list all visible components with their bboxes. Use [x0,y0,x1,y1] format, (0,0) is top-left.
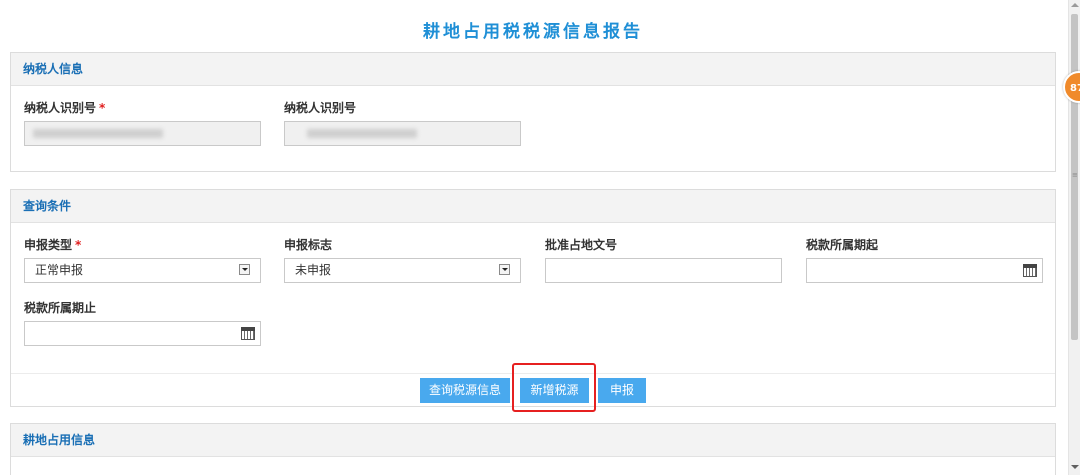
highlight-annotation [512,363,596,412]
period-start-input[interactable] [806,258,1043,283]
period-end-field: 税款所属期止 [24,300,261,350]
declare-button[interactable]: 申报 [598,378,646,403]
approval-doc-input[interactable] [545,258,782,283]
page-title: 耕地占用税税源信息报告 [423,22,643,42]
taxpayer-name-field: 纳税人识别号 [284,100,521,150]
declare-flag-label: 申报标志 [284,238,333,252]
taxpayer-name-input[interactable] [284,121,521,146]
chevron-down-icon[interactable] [239,264,250,275]
scroll-down-arrow-icon[interactable] [1071,465,1079,469]
taxpayer-id-label-text: 纳税人识别号 [24,101,97,115]
approval-doc-field: 批准占地文号 [545,237,782,287]
period-start-label: 税款所属期起 [806,238,879,252]
required-marker: * [75,238,82,252]
calendar-icon[interactable] [241,327,255,340]
query-conditions-header: 查询条件 [11,190,1055,223]
taxpayer-name-label: 纳税人识别号 [284,101,357,115]
land-occupation-panel: 耕地占用信息 [10,423,1056,475]
period-start-field: 税款所属期起 [806,237,1043,287]
query-tax-source-button[interactable]: 查询税源信息 [420,378,510,403]
redacted-value [33,129,163,138]
taxpayer-id-field: 纳税人识别号 * [24,100,261,150]
declare-type-label-text: 申报类型 [24,238,73,252]
taxpayer-info-header: 纳税人信息 [11,53,1055,86]
land-occupation-header: 耕地占用信息 [11,424,1055,457]
required-marker: * [99,101,106,115]
taxpayer-id-label: 纳税人识别号 * [24,100,261,116]
period-end-input[interactable] [24,321,261,346]
declare-flag-value: 未申报 [295,263,332,277]
approval-doc-label: 批准占地文号 [545,238,618,252]
floating-badge[interactable]: 87 [1063,71,1080,103]
grip-icon: ≡ [1072,171,1078,179]
declare-type-select[interactable]: 正常申报 [24,258,261,283]
redacted-value [307,129,417,138]
declare-type-label: 申报类型 * [24,237,261,253]
scroll-thumb[interactable]: ≡ [1071,14,1078,340]
chevron-down-icon[interactable] [499,264,510,275]
taxpayer-id-input[interactable] [24,121,261,146]
calendar-icon[interactable] [1023,264,1037,277]
taxpayer-info-panel: 纳税人信息 纳税人识别号 * 纳税人识别号 [10,52,1056,172]
declare-type-value: 正常申报 [35,263,84,277]
scroll-up-arrow-icon[interactable] [1071,3,1079,7]
declare-type-field: 申报类型 * 正常申报 [24,237,261,287]
declare-flag-select[interactable]: 未申报 [284,258,521,283]
declare-flag-field: 申报标志 未申报 [284,237,521,287]
period-end-label: 税款所属期止 [24,301,97,315]
